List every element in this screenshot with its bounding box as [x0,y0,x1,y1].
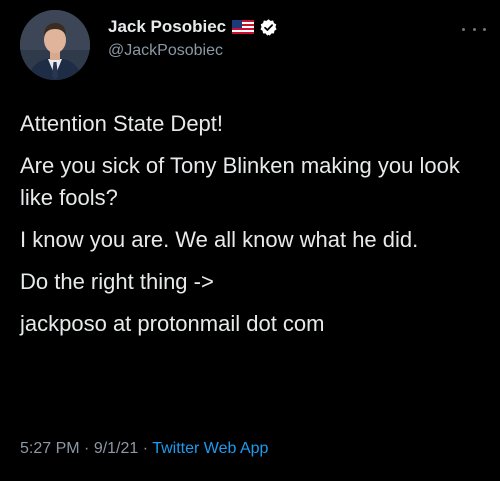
tweet-line: jackposo at protonmail dot com [20,311,325,336]
meta-separator: · [79,440,94,457]
author-handle[interactable]: @JackPosobiec [108,42,278,60]
author-display-name[interactable]: Jack Posobiec [108,17,226,37]
tweet-card: Jack Posobiec @JackPosobiec Attention St… [0,0,500,481]
tweet-text: Attention State Dept! Are you sick of To… [20,108,490,350]
verified-badge-icon [259,18,278,37]
us-flag-icon [232,20,255,34]
tweet-meta: 5:27 PM · 9/1/21 · Twitter Web App [20,440,268,458]
author-info: Jack Posobiec @JackPosobiec [108,15,278,60]
tweet-line: I know you are. We all know what he did. [20,227,419,252]
tweet-source-link[interactable]: Twitter Web App [152,440,268,457]
meta-separator: · [138,440,153,457]
tweet-time[interactable]: 5:27 PM [20,440,80,457]
tweet-line: Attention State Dept! [20,111,224,136]
tweet-line: Do the right thing -> [20,269,214,294]
tweet-header: Jack Posobiec @JackPosobiec [20,10,490,80]
avatar-image [20,10,90,80]
tweet-line: Are you sick of Tony Blinken making you … [20,153,460,210]
avatar[interactable] [20,10,90,80]
more-options-icon[interactable] [462,24,486,34]
tweet-date[interactable]: 9/1/21 [94,440,138,457]
name-row: Jack Posobiec [108,15,278,39]
